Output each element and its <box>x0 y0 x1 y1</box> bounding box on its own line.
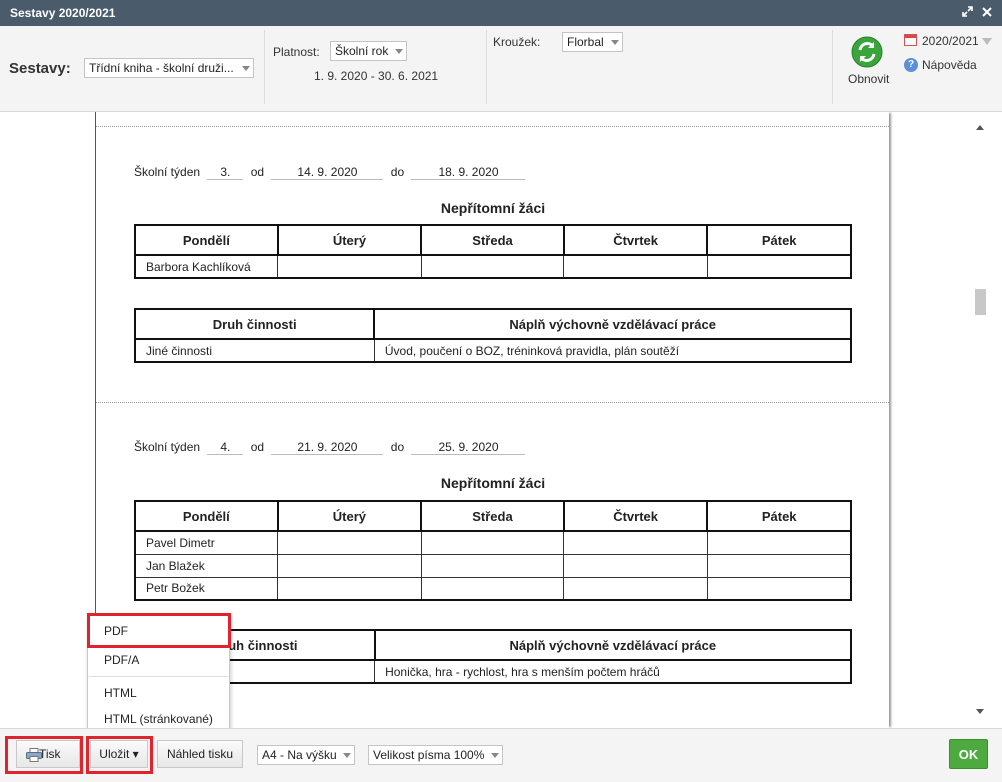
od-label: od <box>250 165 265 179</box>
table-row: Pavel Dimetr <box>134 530 852 555</box>
week-info: Školní týden 3. od 14. 9. 2020 do 18. 9.… <box>134 165 526 180</box>
chevron-down-icon <box>395 49 403 54</box>
day-header: Čtvrtek <box>562 500 709 532</box>
refresh-button[interactable]: Obnovit <box>845 34 891 96</box>
menu-item-html-paged[interactable]: HTML (stránkované) <box>88 708 229 730</box>
krouzek-select[interactable]: Florbal <box>562 32 623 52</box>
help-icon: ? <box>904 58 918 72</box>
week-info: Školní týden 4. od 21. 9. 2020 do 25. 9.… <box>134 440 526 455</box>
vertical-scrollbar[interactable] <box>972 112 988 728</box>
save-highlight <box>86 736 153 774</box>
platnost-select-value: Školní rok <box>335 44 389 58</box>
platnost-label: Platnost: <box>273 45 320 59</box>
pdf-highlight <box>87 613 231 648</box>
krouzek-label: Kroužek: <box>493 35 541 49</box>
activity-content: Honička, hra - rychlost, hra s menším po… <box>374 659 853 684</box>
paper-select-value: A4 - Na výšku <box>262 748 337 762</box>
activity-table: Druh činnosti Náplň výchovně vzdělávací … <box>133 308 852 363</box>
day-header: Pondělí <box>134 500 279 532</box>
refresh-label: Obnovit <box>848 72 890 86</box>
toolbar: Sestavy: Třídní kniha - školní druži... … <box>0 26 1002 112</box>
absent-table: Pondělí Úterý Středa Čtvrtek Pátek Barbo… <box>134 224 852 279</box>
week-from: 21. 9. 2020 <box>271 440 384 455</box>
krouzek-select-value: Florbal <box>567 35 604 49</box>
activity-type-header: Druh činnosti <box>133 308 376 340</box>
chevron-down-icon <box>242 66 250 71</box>
print-preview-button[interactable]: Náhled tisku <box>157 740 243 768</box>
sestavy-select-value: Třídní kniha - školní druži... <box>89 61 234 75</box>
week-number: 3. <box>207 165 244 180</box>
scroll-up-icon[interactable] <box>976 125 984 130</box>
page-separator <box>96 126 889 127</box>
help-link[interactable]: Nápověda <box>922 58 977 72</box>
do-label: do <box>390 440 405 454</box>
chevron-down-icon <box>491 753 499 758</box>
paper-select[interactable]: A4 - Na výšku <box>257 745 355 765</box>
absent-table: Pondělí Úterý Středa Čtvrtek Pátek Pavel… <box>134 500 852 601</box>
table-row: Jan Blažek <box>134 553 852 578</box>
chevron-down-icon <box>343 753 351 758</box>
year-selector[interactable]: 2020/2021 <box>922 34 979 48</box>
absent-student: Barbora Kachlíková <box>134 254 279 279</box>
print-highlight <box>5 736 83 774</box>
page-separator <box>96 402 889 403</box>
week-label: Školní týden <box>134 440 201 454</box>
activity-content-header: Náplň výchovně vzdělávací práce <box>373 308 852 340</box>
day-header: Středa <box>420 500 565 532</box>
scroll-down-icon[interactable] <box>976 709 984 714</box>
day-header: Pátek <box>706 224 852 256</box>
absent-student: Jan Blažek <box>134 553 279 578</box>
day-header: Úterý <box>276 500 423 532</box>
calendar-icon <box>904 34 917 46</box>
week-to: 18. 9. 2020 <box>411 165 526 180</box>
divider <box>486 30 487 104</box>
chevron-down-icon[interactable] <box>982 38 992 45</box>
close-icon[interactable] <box>982 6 992 20</box>
window-titlebar: Sestavy 2020/2021 <box>0 0 1002 26</box>
day-header: Středa <box>420 224 565 256</box>
font-size-select[interactable]: Velikost písma 100% <box>368 745 503 765</box>
menu-item-html[interactable]: HTML <box>88 682 229 704</box>
menu-item-pdfa[interactable]: PDF/A <box>88 649 229 671</box>
font-size-select-value: Velikost písma 100% <box>373 748 485 762</box>
table-row: Barbora Kachlíková <box>134 254 852 279</box>
platnost-range: 1. 9. 2020 - 30. 6. 2021 <box>314 69 439 83</box>
week-from: 14. 9. 2020 <box>271 165 384 180</box>
activity-type: Jiné činnosti <box>133 338 375 363</box>
sestavy-label: Sestavy: <box>9 60 71 77</box>
chevron-down-icon <box>611 40 619 45</box>
activity-content: Úvod, poučení o BOZ, tréninková pravidla… <box>373 338 852 363</box>
divider <box>832 30 833 104</box>
window-title: Sestavy 2020/2021 <box>10 6 116 20</box>
ok-button[interactable]: OK <box>949 739 988 769</box>
divider <box>264 30 265 104</box>
menu-divider <box>89 676 228 677</box>
activity-content-header: Náplň výchovně vzdělávací práce <box>373 629 853 661</box>
refresh-icon <box>851 36 883 71</box>
day-header: Úterý <box>276 224 423 256</box>
absent-title: Nepřítomní žáci <box>440 475 546 491</box>
absent-student: Pavel Dimetr <box>134 530 279 555</box>
table-row: Honička, hra - rychlost, hra s menším po… <box>134 659 853 684</box>
week-number: 4. <box>207 440 244 455</box>
sestavy-select[interactable]: Třídní kniha - školní druži... <box>84 58 254 78</box>
table-row: Petr Božek <box>134 576 852 601</box>
scrollbar-thumb[interactable] <box>975 289 986 315</box>
table-row: Jiné činnosti Úvod, poučení o BOZ, tréni… <box>133 338 852 363</box>
absent-student: Petr Božek <box>134 576 279 601</box>
activity-table: uh činnosti Náplň výchovně vzdělávací pr… <box>134 629 853 684</box>
day-header: Pátek <box>706 500 852 532</box>
platnost-select[interactable]: Školní rok <box>330 41 407 61</box>
do-label: do <box>390 165 405 179</box>
week-label: Školní týden <box>134 165 201 179</box>
od-label: od <box>250 440 265 454</box>
day-header: Čtvrtek <box>562 224 709 256</box>
absent-title: Nepřítomní žáci <box>440 200 546 216</box>
expand-icon[interactable] <box>962 6 973 20</box>
day-header: Pondělí <box>134 224 279 256</box>
week-to: 25. 9. 2020 <box>411 440 526 455</box>
